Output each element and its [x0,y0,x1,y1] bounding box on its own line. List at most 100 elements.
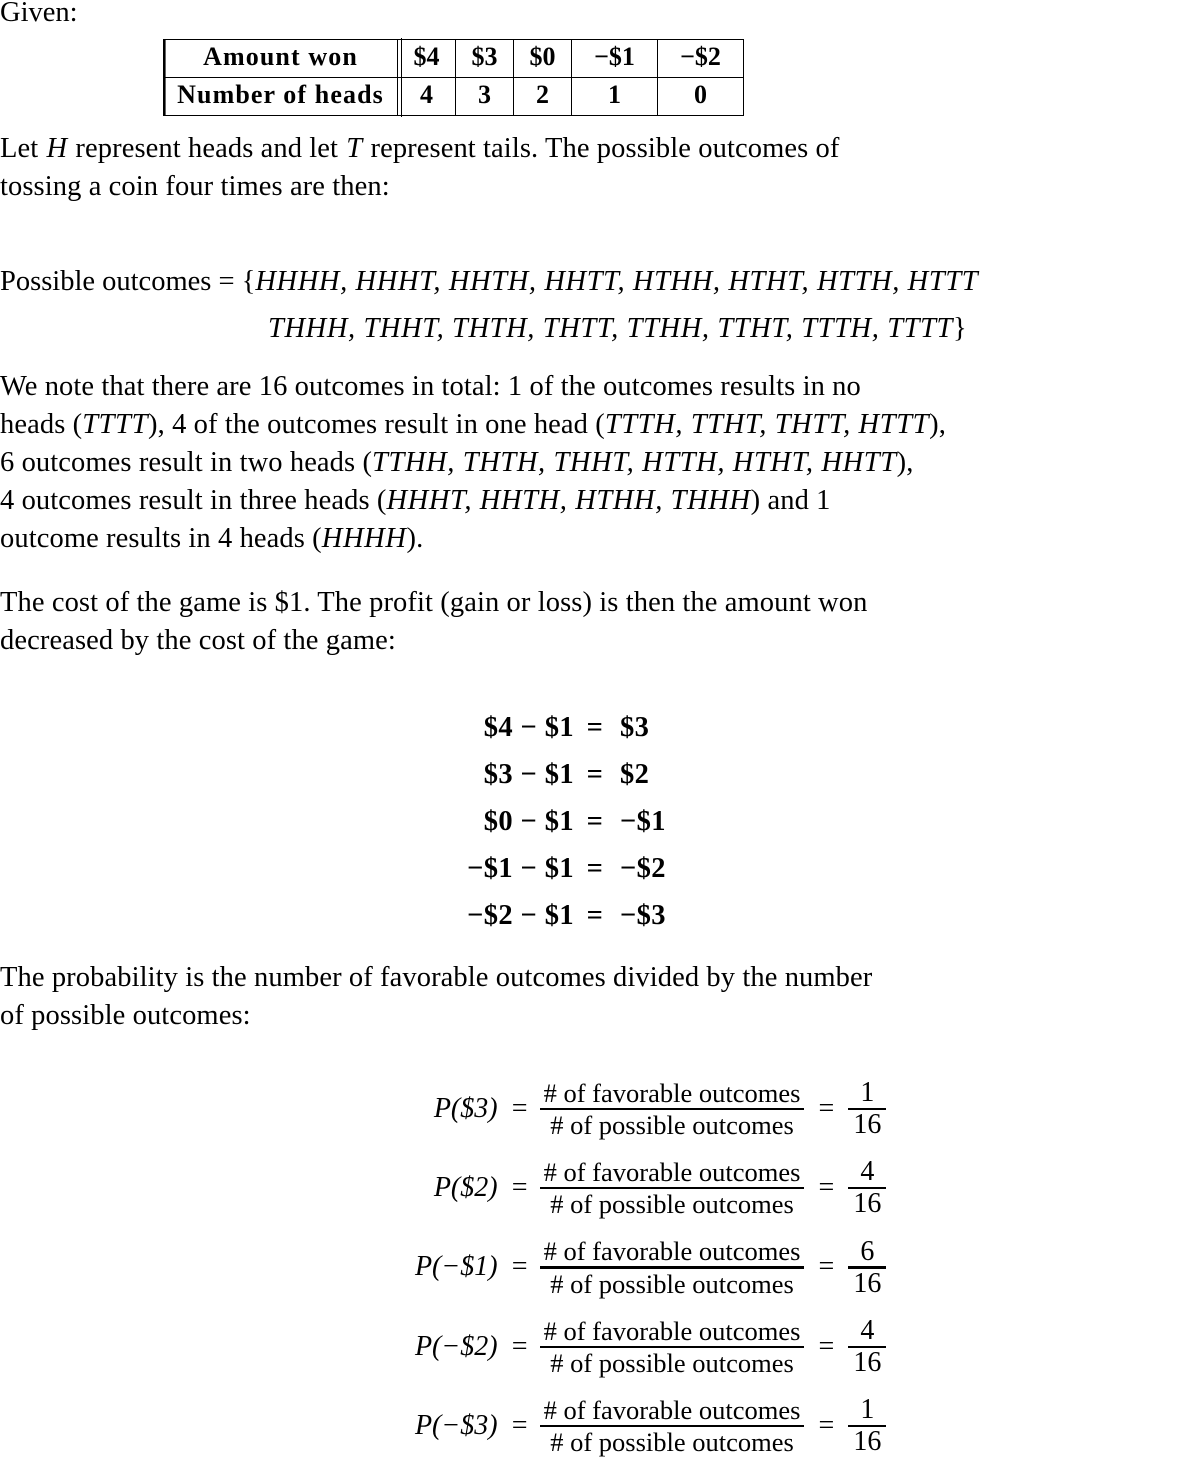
table-cell: 0 [657,77,744,116]
fraction-numerator: 1 [860,1394,875,1426]
fraction-numerator: # of favorable outcomes [543,1395,801,1426]
table-cell: $3 [455,39,514,78]
table-cell: 4 [397,77,456,116]
result-fraction: 6 16 [848,1235,887,1299]
outcomes-set-line-2: THHH, THHT, THTH, THTT, TTHH, TTHT, TTTH… [268,313,953,344]
equals-sign: = [586,806,604,837]
note-line-5: outcome results in 4 heads (HHHH). [0,520,1194,558]
equals-sign: = [818,1172,835,1204]
probability-label: P(−$2) [414,1330,498,1362]
possible-outcomes-lead: Possible outcomes = { [0,266,256,297]
note-text: ) and 1 [750,485,831,516]
outcome-list-four-heads: HHHH [321,523,407,554]
fraction-numerator: # of favorable outcomes [543,1236,801,1267]
intro-paragraph: Let H represent heads and let T represen… [0,130,1194,206]
ratio-fraction: # of favorable outcomes # of possible ou… [539,1236,805,1298]
note-text: ), [929,409,946,440]
equation-rhs: −$2 [620,853,666,884]
probability-equation-array: P($3) = # of favorable outcomes # of pos… [0,1069,1194,1466]
result-fraction: 4 16 [848,1315,887,1378]
equation-row: −$1 − $1 = −$2 [0,853,1194,900]
result-fraction: 1 16 [848,1076,887,1140]
possible-outcomes-line-1: Possible outcomes = {HHHH, HHHT, HHTH, H… [0,258,1194,305]
equals-sign: = [818,1330,835,1362]
fraction-numerator: # of favorable outcomes [543,1077,801,1108]
outcome-list-two-heads: TTHH, THTH, THHT, HTTH, HTHT, HHTT [372,447,897,478]
fraction-numerator: 6 [860,1235,875,1267]
probability-row: P($2) = # of favorable outcomes # of pos… [0,1148,1194,1227]
equation-row: −$2 − $1 = −$3 [0,900,1194,947]
equals-sign: = [586,759,604,790]
equals-sign: = [818,1092,835,1124]
note-line-1: We note that there are 16 outcomes in to… [0,371,861,402]
intro-line-1: Let H represent heads and let T represen… [0,130,1194,168]
fraction-denominator: 16 [853,1188,882,1220]
table-cell: 1 [571,77,658,116]
equation-lhs: −$1 − $1 [467,853,574,884]
outcomes-set-line-1: HHHH, HHHT, HHTH, HHTT, HTHH, HTHT, HTTH… [255,266,979,297]
table-cell: −$1 [571,39,658,78]
profit-equation-array: $4 − $1 = $3 $3 − $1 = $2 $0 − $1 = −$1 … [0,712,1194,947]
result-fraction: 4 16 [848,1156,887,1220]
table-cell: 2 [513,77,572,116]
table-cell: 3 [455,77,514,116]
fraction-denominator: # of possible outcomes [550,1109,794,1140]
fraction-numerator: # of favorable outcomes [543,1156,801,1187]
ratio-fraction: # of favorable outcomes # of possible ou… [539,1395,805,1458]
fraction-denominator: # of possible outcomes [550,1347,794,1378]
probability-label: P($2) [433,1172,498,1204]
equals-sign: = [511,1251,528,1283]
equation-rhs: $2 [620,759,650,790]
prob-intro-line-2: of possible outcomes: [0,1000,251,1031]
row-header-number-of-heads: Number of heads [163,76,403,118]
probability-row: P(−$3) = # of favorable outcomes # of po… [0,1387,1194,1466]
equation-lhs: −$2 − $1 [467,900,574,931]
fraction-numerator: 1 [860,1076,875,1108]
note-text: 4 outcomes result in three heads ( [0,485,387,516]
math-variable-h: H [46,133,68,164]
possible-outcomes-line-2: THHH, THHT, THTH, THTT, TTHH, TTHT, TTTH… [0,305,1194,352]
prob-intro-line-1: The probability is the number of favorab… [0,962,873,993]
equation-row: $4 − $1 = $3 [0,712,1194,759]
cost-paragraph: The cost of the game is $1. The profit (… [0,584,1194,660]
note-text: 6 outcomes result in two heads ( [0,447,373,478]
intro-line-2: tossing a coin four times are then: [0,171,390,202]
table-cell: $4 [397,39,456,78]
note-line-4: 4 outcomes result in three heads (HHHT, … [0,482,1194,520]
fraction-denominator: # of possible outcomes [550,1427,794,1458]
equation-rhs: $3 [620,712,650,743]
cost-line-1: The cost of the game is $1. The profit (… [0,587,868,618]
equals-sign: = [586,900,604,931]
note-line-3: 6 outcomes result in two heads (TTHH, TH… [0,444,1194,482]
ratio-fraction: # of favorable outcomes # of possible ou… [539,1077,805,1140]
note-text: heads ( [0,409,83,440]
ratio-fraction: # of favorable outcomes # of possible ou… [539,1156,805,1219]
table-row: Amount won $4 $3 $0 −$1 −$2 [163,38,744,80]
equals-sign: = [586,712,604,743]
intro-text: represent tails. The possible outcomes o… [363,133,840,164]
equation-rhs: −$3 [620,900,666,931]
fraction-numerator: # of favorable outcomes [543,1315,801,1346]
equals-sign: = [818,1251,835,1283]
given-label: Given: [0,0,78,28]
ratio-fraction: # of favorable outcomes # of possible ou… [539,1315,805,1378]
cost-line-2: decreased by the cost of the game: [0,625,396,656]
equation-rhs: −$1 [620,806,666,837]
equation-lhs: $3 − $1 [483,759,574,790]
equation-row: $0 − $1 = −$1 [0,806,1194,853]
equals-sign: = [511,1410,528,1442]
document-page: Given: Amount won $4 $3 $0 −$1 −$2 Numbe… [0,0,1194,1469]
fraction-denominator: 16 [853,1426,882,1458]
possible-outcomes-block: Possible outcomes = {HHHH, HHHT, HHTH, H… [0,258,1194,352]
result-fraction: 1 16 [848,1394,887,1458]
equation-lhs: $4 − $1 [483,712,574,743]
fraction-numerator: 4 [860,1315,875,1347]
note-text: ), 4 of the outcomes result in one head … [148,409,605,440]
probability-row: P(−$2) = # of favorable outcomes # of po… [0,1307,1194,1386]
note-line-2: heads (TTTT), 4 of the outcomes result i… [0,406,1194,444]
math-variable-t: T [346,133,363,164]
equation-row: $3 − $1 = $2 [0,759,1194,806]
fraction-numerator: 4 [860,1156,875,1188]
table-row: Number of heads 4 3 2 1 0 [163,76,744,118]
equals-sign: = [586,853,604,884]
